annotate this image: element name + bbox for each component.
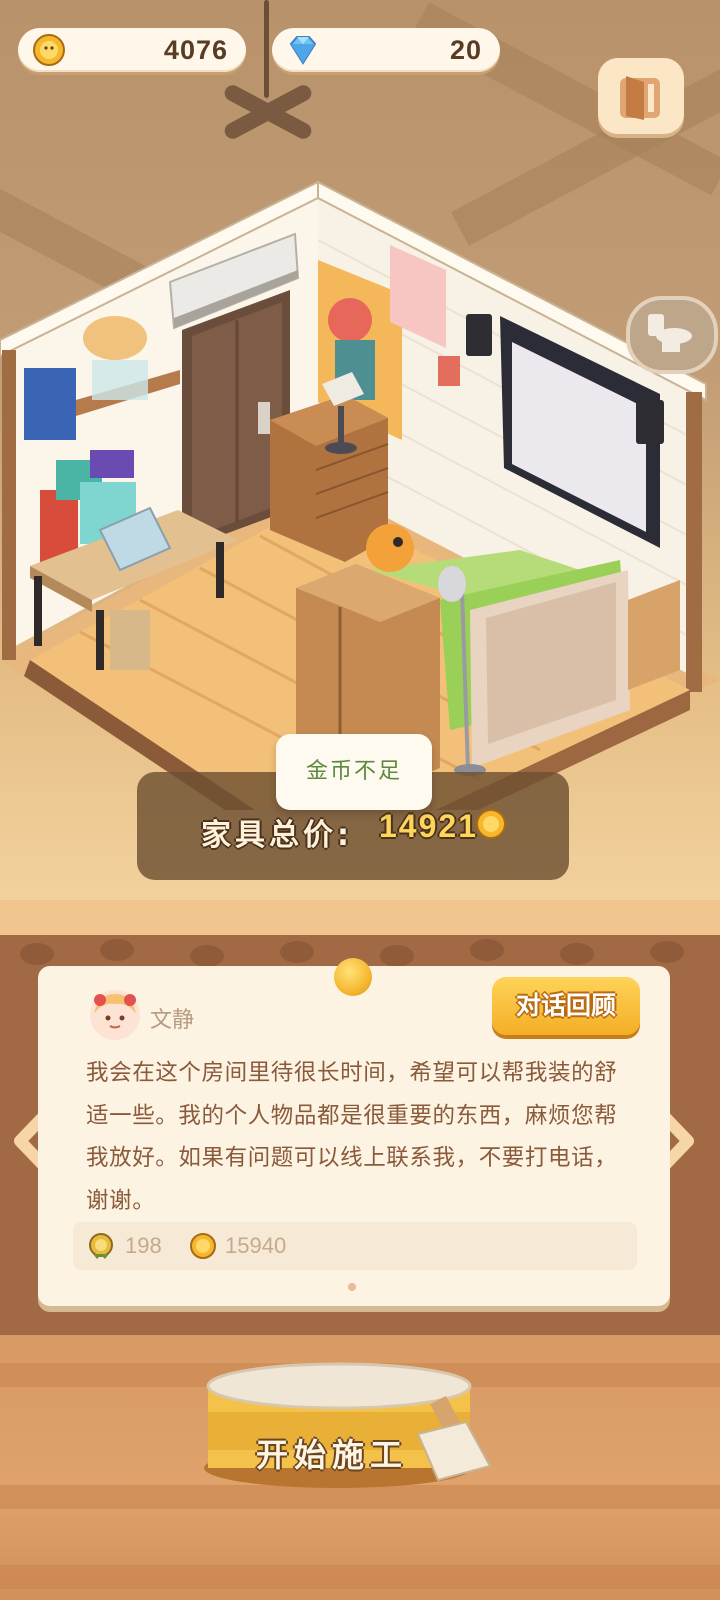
npc-message: 我会在这个房间里待很长时间，希望可以帮我装的舒适一些。我的个人物品都是很重要的东…	[86, 1060, 618, 1214]
lion-coin-icon	[476, 809, 506, 839]
toilet-icon	[648, 314, 692, 352]
ceiling-fan	[220, 98, 316, 124]
pin-icon	[334, 958, 372, 996]
lion-coin-icon	[33, 34, 65, 66]
door-exit-icon	[620, 76, 660, 120]
start-build-label: 开始施工	[256, 1436, 409, 1474]
insufficient-coins-toast: 金币不足	[276, 734, 432, 810]
page-indicator	[348, 1283, 356, 1291]
room-scene: 4076 20 家具总价: 14921 金币不足	[0, 0, 720, 920]
coin-value: 4076	[163, 35, 228, 65]
lion-coin-icon	[190, 1233, 216, 1259]
price-value: 14921	[379, 808, 478, 844]
medal-icon	[89, 1233, 113, 1259]
gem-value: 20	[449, 35, 482, 65]
dialogue-review-button[interactable]: 对话回顾	[492, 977, 640, 1035]
diamond-icon	[289, 36, 317, 65]
coin-counter[interactable]: 4076	[18, 28, 246, 72]
bathroom-button[interactable]	[626, 296, 718, 374]
reward-row: 198 15940	[73, 1222, 637, 1270]
stripe	[0, 1565, 720, 1589]
reward-coins: 15940	[225, 1233, 287, 1258]
room-illustration[interactable]	[0, 170, 720, 810]
reward-experience: 198	[125, 1233, 162, 1258]
board-edge	[0, 900, 720, 940]
npc-avatar	[90, 990, 140, 1040]
exit-button[interactable]	[598, 58, 684, 134]
gem-counter[interactable]: 20	[272, 28, 500, 72]
ceiling-fan-rod	[264, 0, 269, 98]
npc-name: 文静	[150, 1008, 195, 1033]
price-label: 家具总价:	[201, 818, 353, 853]
